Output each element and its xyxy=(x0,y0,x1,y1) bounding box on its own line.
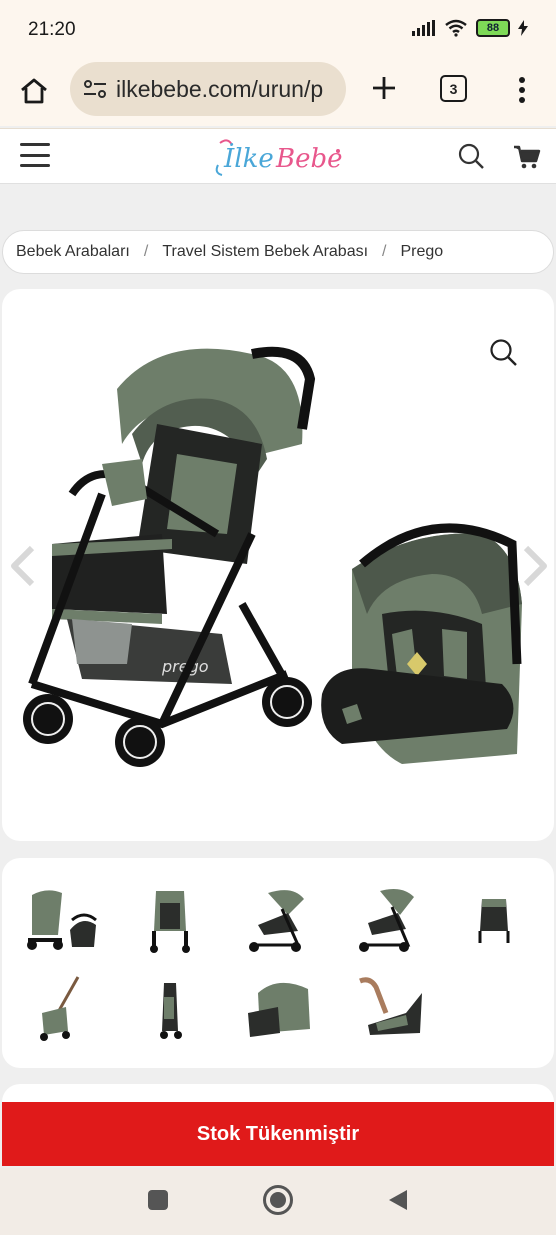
thumbnail-9[interactable] xyxy=(340,968,432,1048)
out-of-stock-button[interactable]: Stok Tükenmiştir xyxy=(2,1102,554,1166)
status-time: 21:20 xyxy=(28,19,76,40)
thumbnail-7[interactable] xyxy=(124,968,216,1048)
tab-switcher-button[interactable]: 3 xyxy=(440,75,467,102)
search-icon[interactable] xyxy=(457,142,485,170)
site-settings-icon[interactable] xyxy=(82,78,108,100)
charging-bolt-icon xyxy=(518,20,528,36)
browser-toolbar: ilkebebe.com/urun/p 3 xyxy=(0,60,556,126)
breadcrumb: Bebek Arabaları / Travel Sistem Bebek Ar… xyxy=(2,230,554,274)
system-navigation-bar xyxy=(0,1168,556,1235)
home-button[interactable] xyxy=(263,1185,293,1215)
browser-menu-button[interactable] xyxy=(508,72,536,108)
breadcrumb-separator: / xyxy=(382,243,387,260)
status-icons: 88 xyxy=(412,19,528,37)
signal-icon xyxy=(412,20,435,36)
more-vertical-icon xyxy=(519,77,525,103)
new-tab-button[interactable] xyxy=(366,70,402,106)
address-bar[interactable]: ilkebebe.com/urun/p xyxy=(70,62,346,116)
thumbnail-gallery xyxy=(2,858,554,1068)
thumbnail-8[interactable] xyxy=(232,968,324,1048)
thumbnail-6[interactable] xyxy=(16,968,108,1048)
thumbnail-3[interactable] xyxy=(232,880,324,960)
svg-text:Bebe: Bebe xyxy=(275,144,343,174)
wifi-icon xyxy=(445,19,467,37)
car-seat-illustration xyxy=(321,523,522,764)
status-bar: 21:20 88 xyxy=(0,0,556,60)
stroller-illustration: prego xyxy=(23,346,316,767)
home-circle-icon xyxy=(270,1192,286,1208)
home-icon xyxy=(21,78,47,104)
plus-icon xyxy=(373,77,395,99)
product-image[interactable]: prego xyxy=(12,334,542,804)
url-text: ilkebebe.com/urun/p xyxy=(116,75,324,102)
site-logo[interactable]: İlke Bebe xyxy=(210,135,350,179)
thumbnail-4[interactable] xyxy=(340,880,432,960)
breadcrumb-item[interactable]: Travel Sistem Bebek Arabası xyxy=(162,243,368,261)
site-header: İlke Bebe xyxy=(0,128,556,184)
thumbnail-5[interactable] xyxy=(448,880,540,960)
svg-text:İlke: İlke xyxy=(223,143,274,174)
product-image-card: prego xyxy=(2,289,554,841)
battery-icon: 88 xyxy=(476,19,510,37)
thumbnail-1[interactable] xyxy=(16,880,108,960)
cart-icon[interactable] xyxy=(513,143,541,171)
hamburger-menu-icon[interactable] xyxy=(20,143,50,167)
breadcrumb-item-current: Prego xyxy=(400,243,444,260)
breadcrumb-separator: / xyxy=(143,243,149,260)
breadcrumb-item[interactable]: Bebek Arabaları xyxy=(16,243,130,261)
recent-apps-button[interactable] xyxy=(148,1190,168,1210)
back-icon[interactable] xyxy=(387,1188,409,1212)
chevron-right-icon[interactable] xyxy=(520,544,550,588)
chevron-left-icon[interactable] xyxy=(8,544,38,588)
zoom-icon[interactable] xyxy=(488,337,518,367)
thumbnail-2[interactable] xyxy=(124,880,216,960)
browser-home-button[interactable] xyxy=(16,73,52,109)
